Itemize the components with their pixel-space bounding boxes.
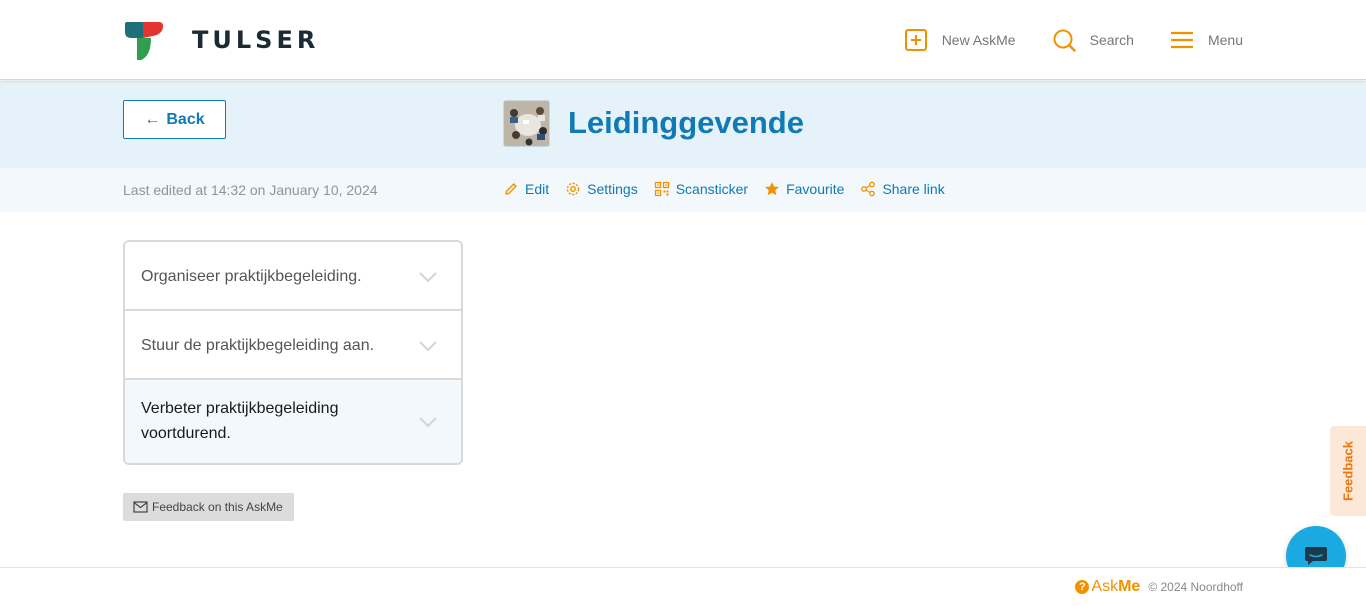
footer-right: ? Ask Me © 2024 Noordhoff [1075,578,1243,596]
chevron-down-icon [419,272,437,283]
tulser-logo-icon [125,22,163,60]
action-bar: Edit Settings Scansticker Favourite Shar… [503,180,961,198]
menu-label: Menu [1207,32,1243,48]
edit-button[interactable]: Edit [503,181,549,197]
last-edited-text: Last edited at 14:32 on January 10, 2024 [123,182,378,198]
accordion-item-label: Verbeter praktijkbegeleiding voortdurend… [141,400,339,442]
chat-bubble-icon [1305,547,1327,565]
menu-button[interactable]: Menu [1170,28,1243,52]
settings-label: Settings [587,181,638,197]
arrow-left-icon: ← [144,110,161,128]
accordion-item-label: Stuur de praktijkbegeleiding aan. [141,337,375,354]
askme-logo-me: Me [1118,578,1141,595]
footer: ? Ask Me © 2024 Noordhoff [0,567,1366,607]
pencil-icon [505,183,517,195]
side-feedback-tab[interactable]: Feedback [1330,426,1366,516]
tulser-logo[interactable]: TULSER [123,20,319,60]
search-button[interactable]: Search [1052,28,1134,52]
askme-thumbnail [503,100,550,147]
header-nav: New AskMe Search Menu [868,26,1243,54]
search-label: Search [1089,32,1134,48]
plus-square-icon [904,29,927,51]
envelope-icon [133,501,148,513]
accordion-item[interactable]: Organiseer praktijkbegeleiding. [125,242,461,311]
chevron-down-icon [419,417,437,428]
search-icon [1053,29,1076,52]
meta-bar: Last edited at 14:32 on January 10, 2024… [0,168,1366,212]
scansticker-button[interactable]: Scansticker [654,181,748,197]
scansticker-label: Scansticker [675,181,749,197]
brand-name: TULSER [192,26,320,54]
share-link-button[interactable]: Share link [860,181,945,197]
question-mark-icon: ? [1075,580,1090,594]
meeting-photo-icon [504,101,549,146]
settings-button[interactable]: Settings [565,181,638,197]
accordion: Organiseer praktijkbegeleiding. Stuur de… [123,240,463,465]
accordion-item[interactable]: Verbeter praktijkbegeleiding voortdurend… [125,380,461,463]
favourite-button[interactable]: Favourite [764,181,844,197]
side-feedback-label: Feedback [1340,441,1356,501]
edit-label: Edit [525,181,550,197]
title-band: ← Back Leidinggevende [0,81,1366,168]
accordion-item[interactable]: Stuur de praktijkbegeleiding aan. [125,311,461,380]
favourite-label: Favourite [786,181,845,197]
star-icon [765,182,780,196]
askme-logo-ask: Ask [1091,578,1119,595]
feedback-on-askme-button[interactable]: Feedback on this AskMe [123,493,294,521]
chevron-down-icon [419,341,437,352]
top-header: TULSER New AskMe Search Menu [0,0,1366,80]
askme-logo[interactable]: ? Ask Me [1075,578,1140,596]
share-link-label: Share link [882,181,945,197]
copyright-text: © 2024 Noordhoff [1148,580,1243,594]
share-icon [861,181,876,197]
accordion-item-label: Organiseer praktijkbegeleiding. [141,268,362,285]
back-button[interactable]: ← Back [123,100,226,139]
back-label: Back [166,110,205,128]
hamburger-icon [1170,31,1193,49]
new-askme-label: New AskMe [941,32,1016,48]
qr-code-icon [654,181,669,197]
new-askme-button[interactable]: New AskMe [904,28,1016,52]
feedback-on-askme-label: Feedback on this AskMe [152,500,283,514]
page-title: Leidinggevende [568,105,804,140]
gear-icon [566,182,580,196]
